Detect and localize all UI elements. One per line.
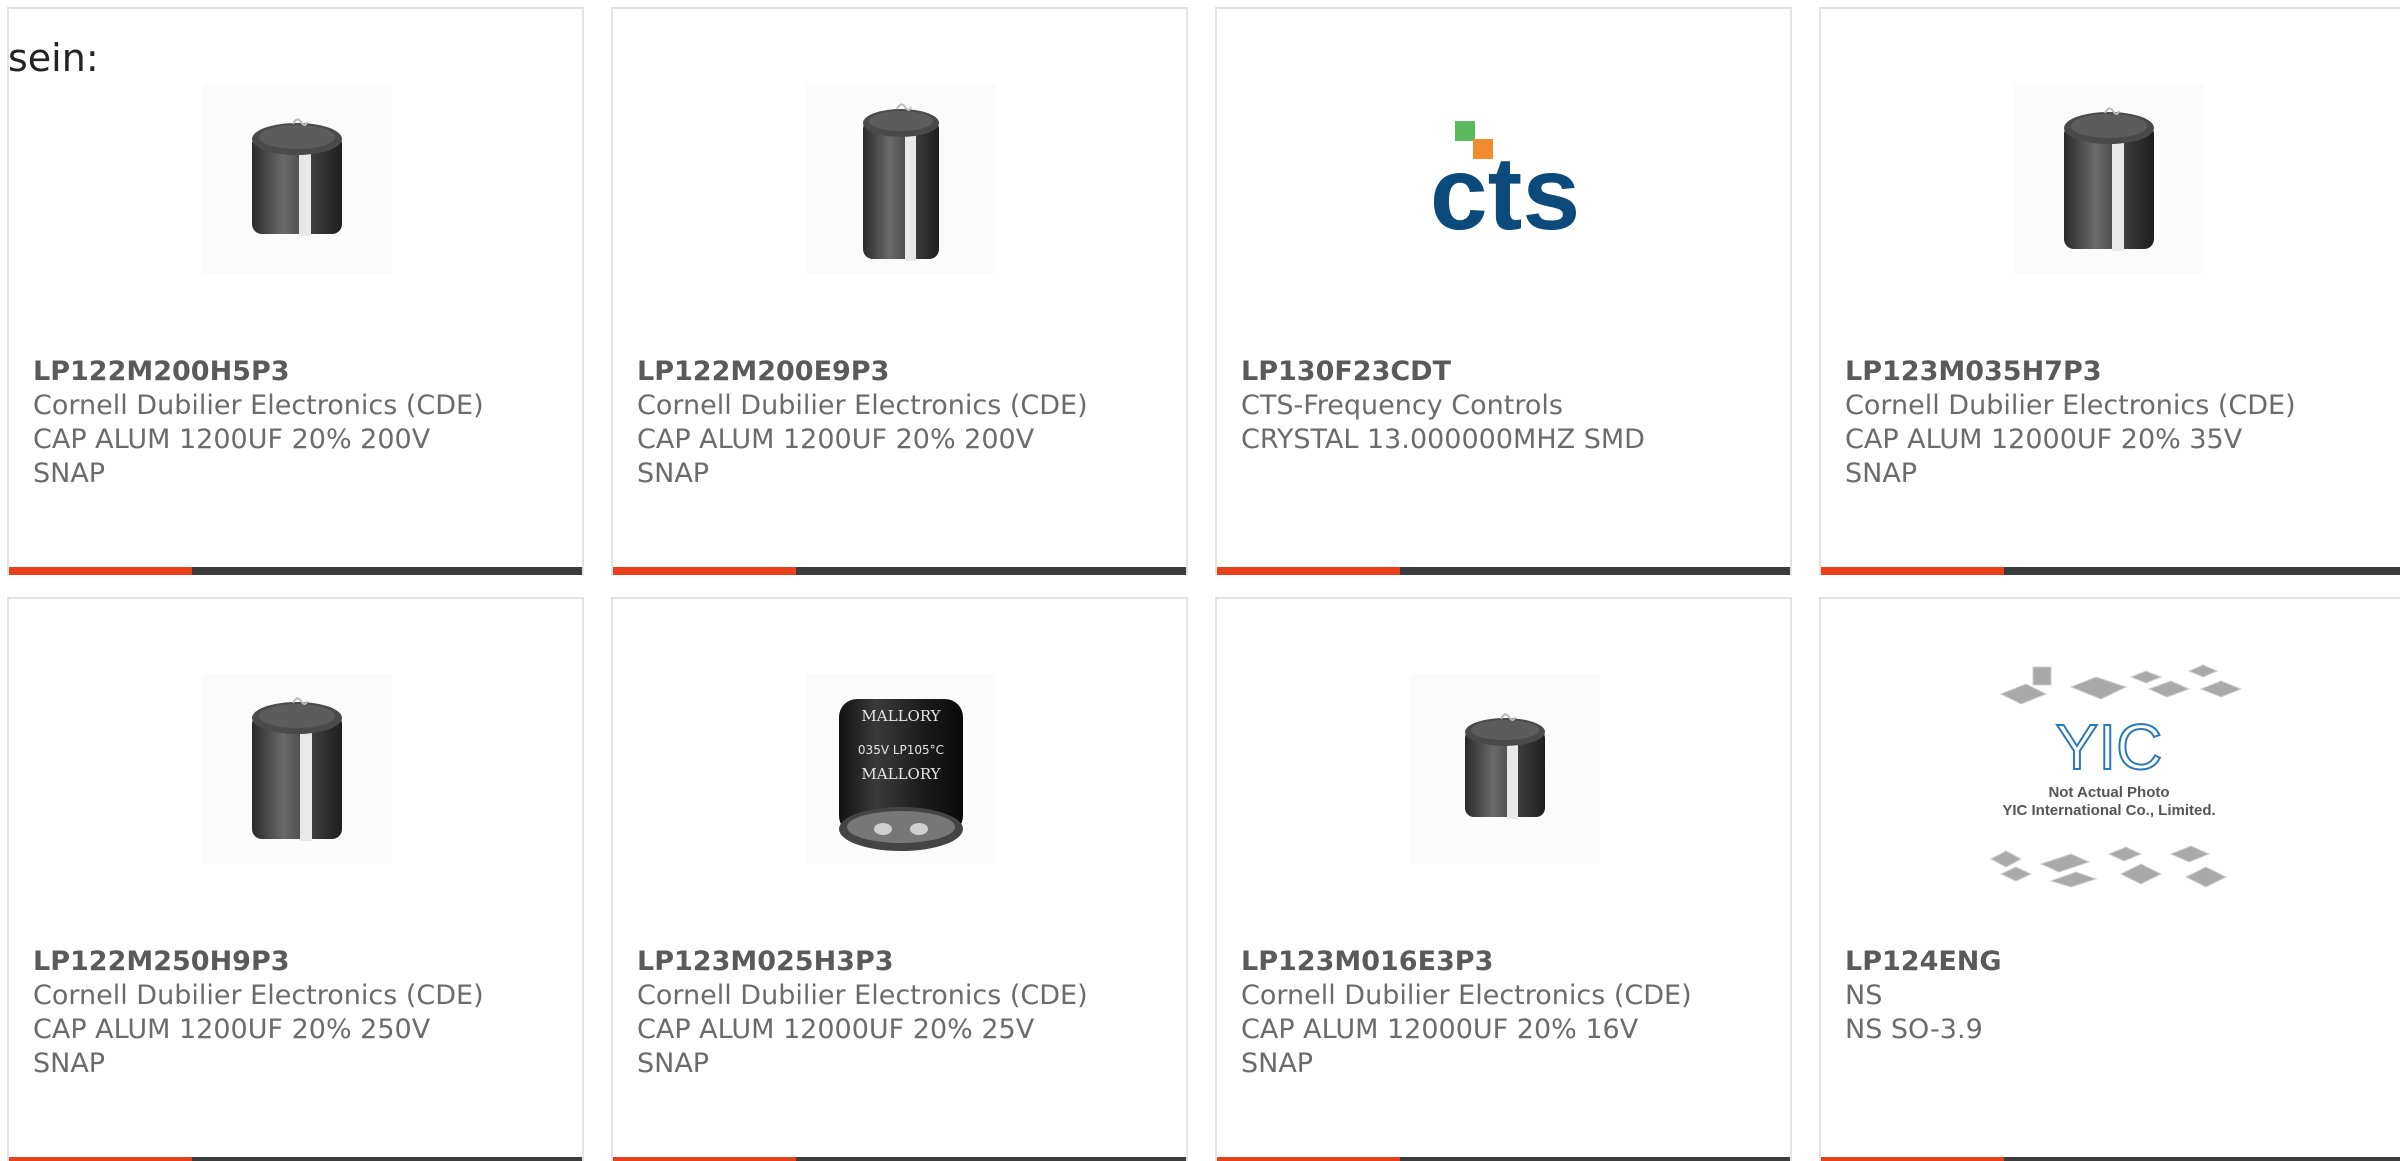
product-grid-page: sein: LP122M200H5P3 Cornell Dubilier Ele… (0, 0, 2400, 1161)
description: CRYSTAL 13.000000MHZ SMD (1241, 424, 1645, 455)
yic-placeholder-image[interactable]: YIC Not Actual Photo YIC International C… (1971, 659, 2247, 899)
card-bottom-bar (9, 1157, 582, 1161)
part-number[interactable]: LP123M016E3P3 (1241, 945, 1770, 979)
capacitor-icon[interactable] (197, 79, 397, 279)
card-bottom-bar (613, 567, 1186, 575)
product-card[interactable]: LP122M200E9P3 Cornell Dubilier Electroni… (611, 7, 1188, 575)
manufacturer: Cornell Dubilier Electronics (CDE) (33, 390, 484, 421)
product-info: LP123M016E3P3 Cornell Dubilier Electroni… (1241, 945, 1770, 1081)
manufacturer: Cornell Dubilier Electronics (CDE) (33, 980, 484, 1011)
description-line2: SNAP (33, 1048, 106, 1079)
part-number[interactable]: LP124ENG (1845, 945, 2380, 979)
manufacturer: Cornell Dubilier Electronics (CDE) (637, 390, 1088, 421)
card-bottom-bar (613, 1157, 1186, 1161)
mallory-label-rating: 035V LP105°C (858, 743, 944, 757)
product-info: LP124ENG NS NS SO-3.9 (1845, 945, 2380, 1047)
card-accent (1821, 1157, 2004, 1161)
cts-logo-icon[interactable]: cts (1385, 79, 1625, 279)
lead-text: sein: (8, 36, 99, 80)
capacitor-icon[interactable] (801, 79, 1001, 279)
description: CAP ALUM 12000UF 20% 16V (1241, 1014, 1639, 1045)
product-info: LP122M250H9P3 Cornell Dubilier Electroni… (33, 945, 562, 1081)
mallory-label-bottom: MALLORY (861, 765, 941, 783)
product-info: LP123M035H7P3 Cornell Dubilier Electroni… (1845, 355, 2380, 491)
part-number[interactable]: LP130F23CDT (1241, 355, 1770, 389)
card-bottom-bar (1821, 1157, 2400, 1161)
part-number[interactable]: LP122M200H5P3 (33, 355, 562, 389)
card-bottom-bar (1217, 1157, 1790, 1161)
description: CAP ALUM 1200UF 20% 200V (33, 424, 431, 455)
mallory-label-top: MALLORY (861, 707, 941, 725)
product-card[interactable]: LP123M016E3P3 Cornell Dubilier Electroni… (1215, 597, 1792, 1161)
part-number[interactable]: LP123M035H7P3 (1845, 355, 2380, 389)
description: CAP ALUM 1200UF 20% 200V (637, 424, 1035, 455)
card-bottom-bar (1821, 567, 2400, 575)
card-bottom-bar (1217, 567, 1790, 575)
card-accent (613, 1157, 796, 1161)
manufacturer: CTS-Frequency Controls (1241, 390, 1563, 421)
mallory-capacitor-photo[interactable]: MALLORY 035V LP105°C MALLORY (801, 669, 1001, 869)
description-line2: SNAP (1241, 1048, 1314, 1079)
capacitor-icon[interactable] (197, 669, 397, 869)
capacitor-icon[interactable] (2009, 79, 2209, 279)
part-number[interactable]: LP122M250H9P3 (33, 945, 562, 979)
description-line2: SNAP (33, 458, 106, 489)
product-card[interactable]: LP122M250H9P3 Cornell Dubilier Electroni… (7, 597, 584, 1161)
product-info: LP122M200E9P3 Cornell Dubilier Electroni… (637, 355, 1166, 491)
description-line2: SNAP (1845, 458, 1918, 489)
manufacturer: NS (1845, 980, 1883, 1011)
product-card[interactable]: LP122M200H5P3 Cornell Dubilier Electroni… (7, 7, 584, 575)
product-info: LP130F23CDT CTS-Frequency Controls CRYST… (1241, 355, 1770, 457)
description-line2: SNAP (637, 458, 710, 489)
card-accent (9, 1157, 192, 1161)
card-bottom-bar (9, 567, 582, 575)
product-card[interactable]: MALLORY 035V LP105°C MALLORY LP123M025H3… (611, 597, 1188, 1161)
description: CAP ALUM 12000UF 20% 35V (1845, 424, 2243, 455)
capacitor-icon[interactable] (1405, 669, 1605, 869)
description-line2: SNAP (637, 1048, 710, 1079)
part-number[interactable]: LP123M025H3P3 (637, 945, 1166, 979)
product-info: LP122M200H5P3 Cornell Dubilier Electroni… (33, 355, 562, 491)
card-accent (1217, 1157, 1400, 1161)
part-number[interactable]: LP122M200E9P3 (637, 355, 1166, 389)
yic-not-actual: Not Actual Photo (2048, 784, 2169, 801)
manufacturer: Cornell Dubilier Electronics (CDE) (1845, 390, 2296, 421)
card-accent (1217, 567, 1400, 575)
description: CAP ALUM 12000UF 20% 25V (637, 1014, 1035, 1045)
yic-company: YIC International Co., Limited. (2002, 802, 2215, 819)
description: CAP ALUM 1200UF 20% 250V (33, 1014, 431, 1045)
manufacturer: Cornell Dubilier Electronics (CDE) (637, 980, 1088, 1011)
product-card[interactable]: YIC Not Actual Photo YIC International C… (1819, 597, 2400, 1161)
description: NS SO-3.9 (1845, 1014, 1983, 1045)
manufacturer: Cornell Dubilier Electronics (CDE) (1241, 980, 1692, 1011)
cts-logo-text: cts (1430, 136, 1580, 252)
card-accent (9, 567, 192, 575)
card-accent (1821, 567, 2004, 575)
product-card[interactable]: cts LP130F23CDT CTS-Frequency Controls C… (1215, 7, 1792, 575)
yic-logo-text: YIC (2056, 711, 2163, 783)
card-accent (613, 567, 796, 575)
product-card[interactable]: LP123M035H7P3 Cornell Dubilier Electroni… (1819, 7, 2400, 575)
product-info: LP123M025H3P3 Cornell Dubilier Electroni… (637, 945, 1166, 1081)
